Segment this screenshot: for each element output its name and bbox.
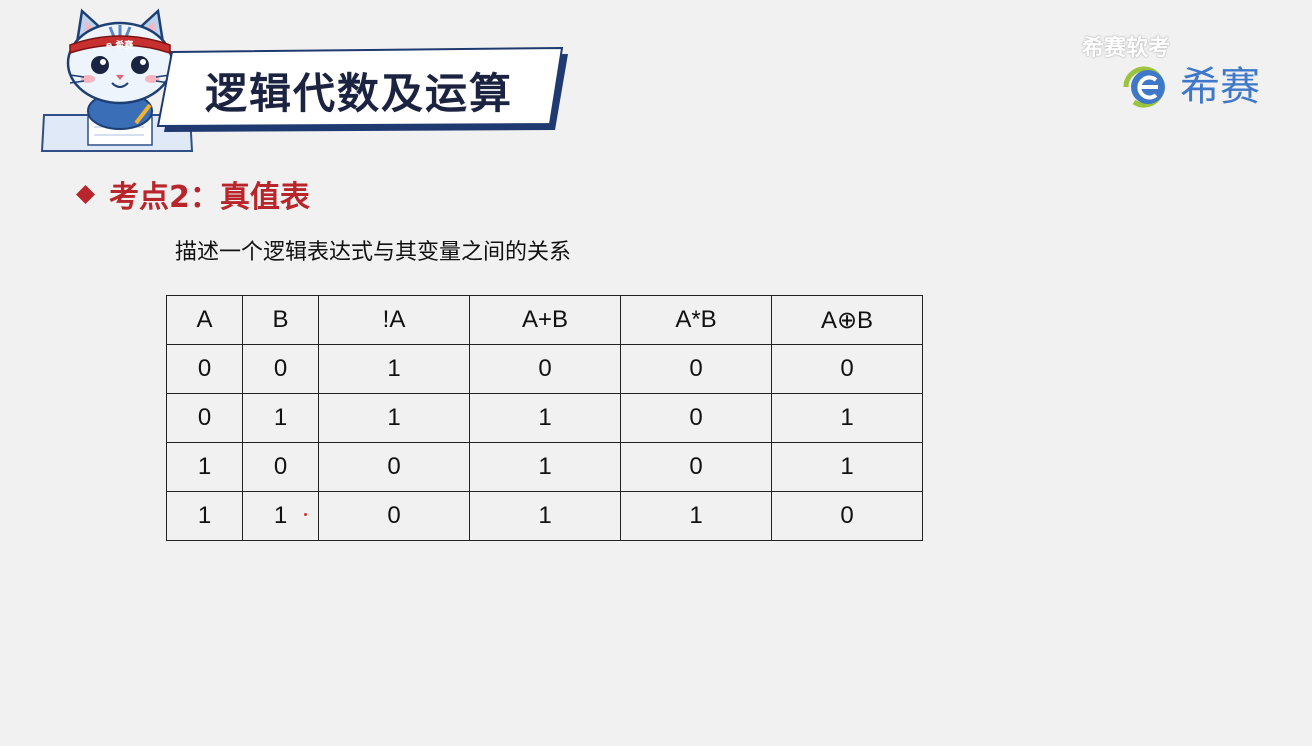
table-header-row: A B !A A+B A*B A⊕B: [166, 295, 923, 345]
page-title: 逻辑代数及运算: [205, 69, 514, 118]
table-cell: 1: [166, 491, 243, 541]
table-cell: 0: [318, 442, 470, 492]
header-cell: A+B: [469, 295, 621, 345]
section-description: 描述一个逻辑表达式与其变量之间的关系: [175, 240, 572, 265]
table-row: 0 0 1 0 0 0: [166, 344, 923, 394]
table-cell: 0: [771, 491, 923, 541]
table-cell: 1: [771, 393, 923, 443]
table-row: 1 1 0 1 1 0: [166, 491, 923, 541]
table-cell: 1: [242, 393, 319, 443]
pointer-dot: [304, 513, 307, 516]
section-heading-text: 考点2：真值表: [109, 180, 310, 215]
table-cell: 0: [242, 344, 319, 394]
header-cell: A: [166, 295, 243, 345]
e-logo-icon: [1123, 66, 1165, 108]
table-cell: 0: [771, 344, 923, 394]
table-cell: 1: [469, 393, 621, 443]
truth-table: A B !A A+B A*B A⊕B 0 0 1 0 0 0 0 1 1 1 0…: [166, 295, 923, 541]
table-cell: 0: [469, 344, 621, 394]
table-cell: 1: [242, 491, 319, 541]
table-cell: 1: [620, 491, 772, 541]
table-cell: 0: [318, 491, 470, 541]
table-cell: 0: [620, 344, 772, 394]
header-cell: !A: [318, 295, 470, 345]
header-cell: A*B: [620, 295, 772, 345]
diamond-icon: [76, 184, 95, 204]
table-cell: 0: [166, 344, 243, 394]
table-cell: 0: [620, 393, 772, 443]
table-cell: 0: [166, 393, 243, 443]
table-cell: 1: [166, 442, 243, 492]
table-cell: 0: [242, 442, 319, 492]
table-cell: 1: [469, 442, 621, 492]
header-cell: A⊕B: [771, 295, 923, 345]
table-cell: 0: [620, 442, 772, 492]
logo-text: 希赛: [1180, 64, 1260, 110]
mascot-badge: e 希赛: [106, 41, 134, 51]
table-cell: 1: [318, 344, 470, 394]
brand-logo: 希赛: [1118, 62, 1260, 112]
section-heading: 考点2：真值表: [76, 172, 310, 216]
watermark: 希赛软考: [1082, 36, 1171, 61]
table-cell: 1: [318, 393, 470, 443]
table-cell: 1: [469, 491, 621, 541]
header-cell: B: [242, 295, 319, 345]
table-cell: 1: [771, 442, 923, 492]
table-row: 0 1 1 1 0 1: [166, 393, 923, 443]
table-row: 1 0 0 1 0 1: [166, 442, 923, 492]
